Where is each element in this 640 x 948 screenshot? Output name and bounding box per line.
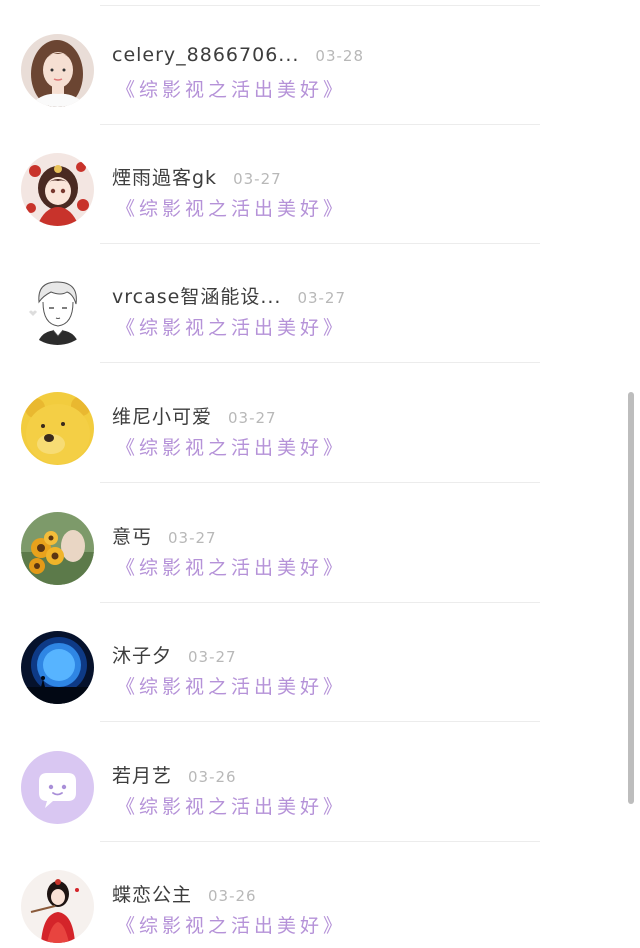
username[interactable]: 若月艺 — [112, 761, 172, 788]
row-divider — [100, 362, 540, 363]
list-item[interactable]: vrcase智涵能设... 03-27 《综影视之活出美好》 — [0, 244, 630, 363]
username[interactable]: 意丐 — [112, 522, 152, 549]
blue-moon-avatar-image — [21, 631, 94, 704]
comment-text[interactable]: 《综影视之活出美好》 — [116, 553, 346, 580]
username[interactable]: vrcase智涵能设... — [112, 282, 281, 309]
sketch-boy-avatar[interactable] — [21, 272, 94, 345]
username[interactable]: celery_8866706... — [112, 44, 299, 66]
scrollbar[interactable] — [628, 392, 634, 804]
chat-bubble-icon — [21, 751, 94, 824]
comment-header: 煙雨過客gk 03-27 — [112, 163, 282, 189]
comment-text[interactable]: 《综影视之活出美好》 — [116, 194, 346, 221]
comment-text[interactable]: 《综影视之活出美好》 — [116, 313, 346, 340]
username[interactable]: 维尼小可爱 — [112, 402, 212, 429]
row-divider — [100, 482, 540, 483]
username[interactable]: 沐子夕 — [112, 641, 172, 668]
comment-text[interactable]: 《综影视之活出美好》 — [116, 911, 346, 938]
comment-text[interactable]: 《综影视之活出美好》 — [116, 792, 346, 819]
sketch-boy-avatar-image — [21, 272, 94, 345]
comment-header: 维尼小可爱 03-27 — [112, 402, 277, 428]
girl-portrait-avatar[interactable] — [21, 34, 94, 107]
comment-header: 蝶恋公主 03-26 — [112, 880, 257, 906]
sunflower-avatar-image — [21, 512, 94, 585]
comment-text[interactable]: 《综影视之活出美好》 — [116, 75, 346, 102]
comment-header: 意丐 03-27 — [112, 522, 217, 548]
comment-list: celery_8866706... 03-28 《综影视之活出美好》 煙雨過客g… — [0, 0, 630, 948]
list-item[interactable]: 意丐 03-27 《综影视之活出美好》 — [0, 484, 630, 603]
list-item[interactable]: 若月艺 03-26 《综影视之活出美好》 — [0, 723, 630, 842]
comment-date: 03-27 — [233, 170, 282, 188]
list-item[interactable]: 沐子夕 03-27 《综影视之活出美好》 — [0, 603, 630, 722]
list-item[interactable]: 煙雨過客gk 03-27 《综影视之活出美好》 — [0, 125, 630, 244]
blue-moon-avatar[interactable] — [21, 631, 94, 704]
comment-date: 03-27 — [168, 529, 217, 547]
winnie-bear-avatar[interactable] — [21, 392, 94, 465]
comment-date: 03-28 — [315, 47, 364, 65]
comment-header: vrcase智涵能设... 03-27 — [112, 282, 346, 308]
list-item[interactable]: celery_8866706... 03-28 《综影视之活出美好》 — [0, 6, 630, 125]
username[interactable]: 煙雨過客gk — [112, 163, 217, 190]
comment-date: 03-27 — [297, 289, 347, 307]
comment-date: 03-27 — [188, 648, 237, 666]
sunflower-avatar[interactable] — [21, 512, 94, 585]
comment-text[interactable]: 《综影视之活出美好》 — [116, 433, 346, 460]
winnie-bear-avatar-image — [21, 392, 94, 465]
anime-girl-avatar[interactable] — [21, 153, 94, 226]
list-item[interactable]: 蝶恋公主 03-26 《综影视之活出美好》 — [0, 842, 630, 948]
row-divider — [100, 721, 540, 722]
username[interactable]: 蝶恋公主 — [112, 880, 192, 907]
comment-date: 03-27 — [228, 409, 277, 427]
comment-text[interactable]: 《综影视之活出美好》 — [116, 672, 346, 699]
red-dress-girl-avatar-image — [21, 870, 94, 943]
comment-header: 若月艺 03-26 — [112, 761, 237, 787]
list-item[interactable]: 维尼小可爱 03-27 《综影视之活出美好》 — [0, 364, 630, 483]
comment-date: 03-26 — [188, 768, 237, 786]
default-chat-avatar[interactable] — [21, 751, 94, 824]
anime-girl-avatar-image — [21, 153, 94, 226]
red-dress-girl-avatar[interactable] — [21, 870, 94, 943]
comment-header: 沐子夕 03-27 — [112, 641, 237, 667]
comment-date: 03-26 — [208, 887, 257, 905]
comment-header: celery_8866706... 03-28 — [112, 44, 364, 70]
girl-portrait-avatar-image — [21, 34, 94, 107]
